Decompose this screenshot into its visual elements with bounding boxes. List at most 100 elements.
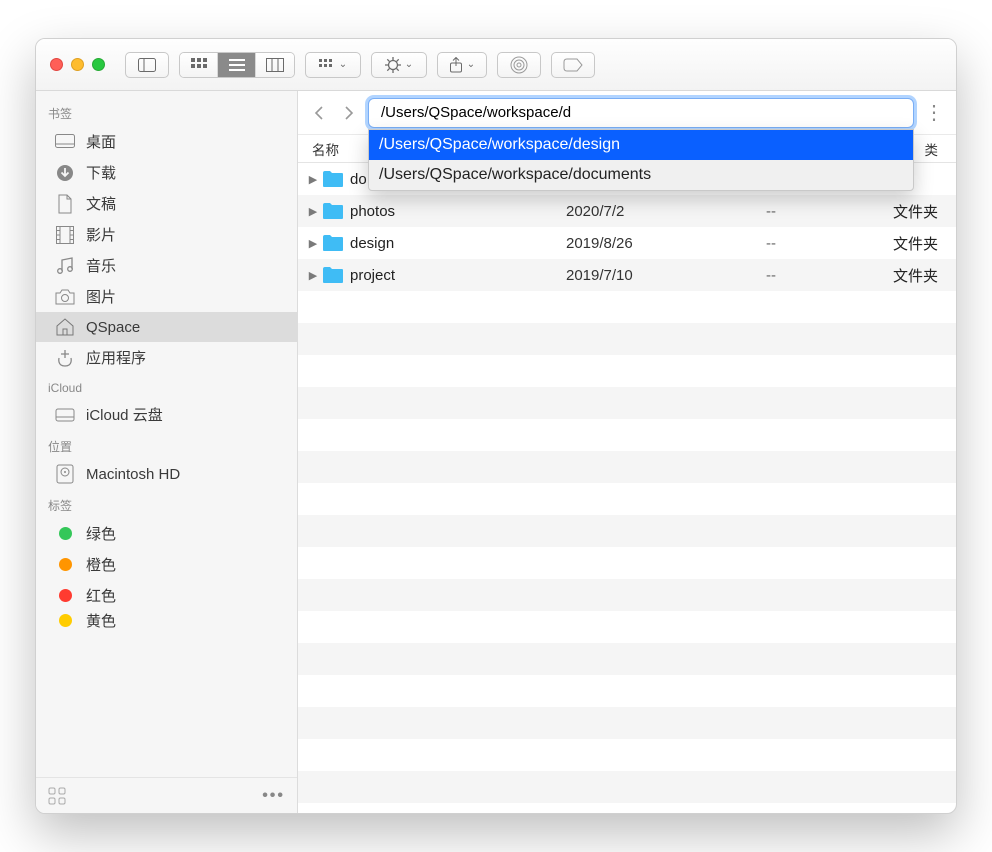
home-icon <box>54 317 76 337</box>
sidebar-tag-red[interactable]: 红色 <box>36 580 297 611</box>
path-bar: /Users/QSpace/workspace/design /Users/QS… <box>298 91 956 135</box>
icloud-drive-icon <box>54 405 76 425</box>
hdd-icon <box>54 464 76 484</box>
column-view-button[interactable] <box>256 53 294 77</box>
sidebar-tag-orange[interactable]: 橙色 <box>36 549 297 580</box>
airdrop-button[interactable] <box>497 52 541 78</box>
table-row <box>298 643 956 675</box>
table-row <box>298 387 956 419</box>
table-row <box>298 355 956 387</box>
table-row <box>298 451 956 483</box>
path-more-button[interactable]: ⋮ <box>922 100 946 125</box>
sidebar-item-label: 黄色 <box>86 611 116 629</box>
nav-back-button[interactable] <box>308 100 330 126</box>
disclosure-triangle-icon[interactable]: ▶ <box>298 269 322 282</box>
file-name: project <box>350 267 566 284</box>
sidebar-item-label: QSpace <box>86 319 140 336</box>
film-icon <box>54 225 76 245</box>
sidebar-item-label: 橙色 <box>86 554 116 575</box>
sidebar-item-icloud-drive[interactable]: iCloud 云盘 <box>36 399 297 430</box>
file-kind: 文件夹 <box>856 201 956 222</box>
tag-green-icon <box>54 524 76 544</box>
sidebar-item-downloads[interactable]: 下载 <box>36 157 297 188</box>
sidebar: 书签 桌面 下载 文稿 影片 音乐 图片 <box>36 91 298 813</box>
disclosure-triangle-icon[interactable]: ▶ <box>298 173 322 186</box>
table-row <box>298 547 956 579</box>
chevron-down-icon: ⌄ <box>405 59 413 70</box>
sidebar-item-qspace[interactable]: QSpace <box>36 312 297 342</box>
sidebar-section-locations: 位置 <box>36 430 297 459</box>
sidebar-item-label: 绿色 <box>86 523 116 544</box>
maximize-button[interactable] <box>92 58 105 71</box>
document-icon <box>54 194 76 214</box>
sidebar-tag-yellow[interactable]: 黄色 <box>36 611 297 629</box>
group-by-button[interactable]: ⌄ <box>305 52 361 78</box>
file-date: 2020/7/2 <box>566 203 766 220</box>
tag-red-icon <box>54 586 76 606</box>
list-view-button[interactable] <box>218 53 256 77</box>
chevron-down-icon: ⌄ <box>467 59 475 70</box>
action-menu-button[interactable]: ⌄ <box>371 52 427 78</box>
sidebar-section-icloud: iCloud <box>36 373 297 399</box>
sidebar-item-desktop[interactable]: 桌面 <box>36 126 297 157</box>
table-row <box>298 675 956 707</box>
table-row <box>298 611 956 643</box>
sidebar-item-macintosh-hd[interactable]: Macintosh HD <box>36 459 297 489</box>
table-row <box>298 771 956 803</box>
table-row <box>298 483 956 515</box>
more-icon[interactable]: ••• <box>262 787 285 805</box>
camera-icon <box>54 287 76 307</box>
path-input[interactable] <box>368 98 914 128</box>
folder-icon <box>322 170 344 188</box>
sidebar-item-label: 影片 <box>86 224 116 245</box>
table-row <box>298 419 956 451</box>
file-kind: 文件夹 <box>856 233 956 254</box>
disclosure-triangle-icon[interactable]: ▶ <box>298 205 322 218</box>
sidebar-item-label: 下载 <box>86 162 116 183</box>
table-row <box>298 323 956 355</box>
nav-forward-button[interactable] <box>338 100 360 126</box>
table-row <box>298 515 956 547</box>
icon-view-button[interactable] <box>180 53 218 77</box>
sidebar-item-applications[interactable]: 应用程序 <box>36 342 297 373</box>
desktop-icon <box>54 132 76 152</box>
titlebar: ⌄ ⌄ ⌄ <box>36 39 956 91</box>
sidebar-section-bookmarks: 书签 <box>36 97 297 126</box>
table-row[interactable]: ▶ design 2019/8/26 -- 文件夹 <box>298 227 956 259</box>
table-row <box>298 579 956 611</box>
download-icon <box>54 163 76 183</box>
folder-icon <box>322 266 344 284</box>
folder-icon <box>322 234 344 252</box>
autocomplete-item[interactable]: /Users/QSpace/workspace/design <box>369 130 913 160</box>
sidebar-item-label: 桌面 <box>86 131 116 152</box>
sidebar-item-label: Macintosh HD <box>86 466 180 483</box>
sidebar-section-tags: 标签 <box>36 489 297 518</box>
sidebar-tag-green[interactable]: 绿色 <box>36 518 297 549</box>
tag-yellow-icon <box>54 611 76 629</box>
minimize-button[interactable] <box>71 58 84 71</box>
sidebar-item-music[interactable]: 音乐 <box>36 250 297 281</box>
window-controls <box>50 58 105 71</box>
sidebar-item-label: 红色 <box>86 585 116 606</box>
sidebar-item-pictures[interactable]: 图片 <box>36 281 297 312</box>
sidebar-item-documents[interactable]: 文稿 <box>36 188 297 219</box>
share-button[interactable]: ⌄ <box>437 52 487 78</box>
tag-orange-icon <box>54 555 76 575</box>
table-row[interactable]: ▶ photos 2020/7/2 -- 文件夹 <box>298 195 956 227</box>
disclosure-triangle-icon[interactable]: ▶ <box>298 237 322 250</box>
file-manager-window: ⌄ ⌄ ⌄ 书签 桌面 下载 <box>35 38 957 814</box>
layout-grid-icon[interactable] <box>48 787 66 805</box>
file-name: design <box>350 235 566 252</box>
table-row <box>298 739 956 771</box>
music-icon <box>54 256 76 276</box>
close-button[interactable] <box>50 58 63 71</box>
table-row[interactable]: ▶ project 2019/7/10 -- 文件夹 <box>298 259 956 291</box>
tags-button[interactable] <box>551 52 595 78</box>
folder-icon <box>322 202 344 220</box>
file-size: -- <box>766 267 856 284</box>
sidebar-item-label: 应用程序 <box>86 347 146 368</box>
autocomplete-item[interactable]: /Users/QSpace/workspace/documents <box>369 160 913 190</box>
view-mode-group <box>179 52 295 78</box>
sidebar-item-movies[interactable]: 影片 <box>36 219 297 250</box>
sidebar-toggle-button[interactable] <box>125 52 169 78</box>
